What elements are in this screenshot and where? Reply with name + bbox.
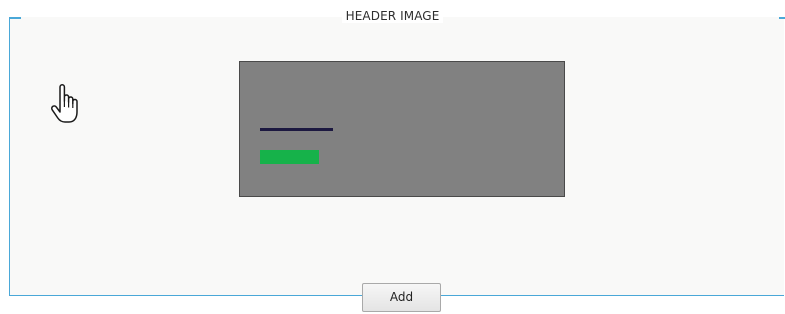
header-image-preview[interactable] (239, 61, 565, 197)
add-button[interactable]: Add (362, 283, 441, 312)
preview-line-shape (260, 128, 333, 131)
section-title-text: HEADER IMAGE (341, 9, 444, 23)
preview-green-bar (260, 150, 319, 164)
header-image-editor: HEADER IMAGE Add (0, 0, 785, 314)
hand-pointer-icon (51, 84, 78, 123)
section-title: HEADER IMAGE (0, 9, 785, 23)
